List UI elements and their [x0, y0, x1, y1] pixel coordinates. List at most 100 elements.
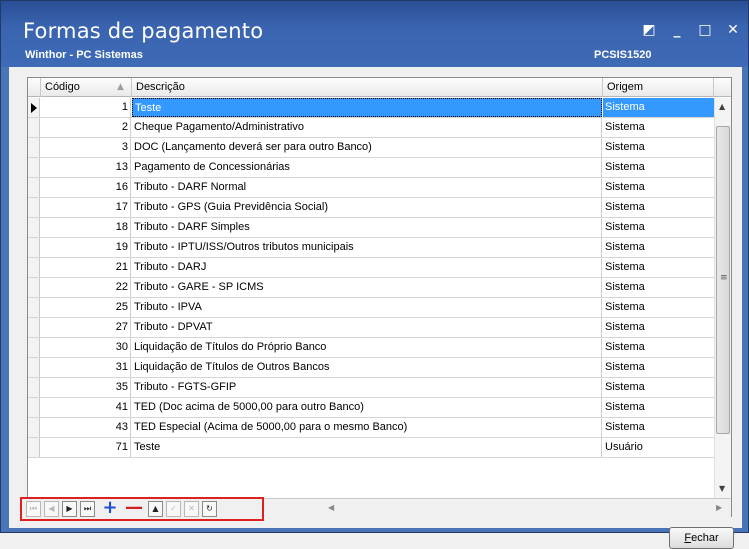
cell-code[interactable]: 3: [41, 138, 131, 157]
close-icon[interactable]: ✕: [726, 23, 740, 37]
insert-record-button[interactable]: +: [100, 499, 120, 517]
next-record-button[interactable]: ▶: [62, 501, 77, 517]
cell-description[interactable]: Tributo - DARF Simples: [132, 218, 602, 237]
cell-description[interactable]: DOC (Lançamento deverá ser para outro Ba…: [132, 138, 602, 157]
cell-description[interactable]: Liquidação de Títulos de Outros Bancos: [132, 358, 602, 377]
cell-origin[interactable]: Sistema: [603, 398, 714, 417]
table-row[interactable]: 30 Liquidação de Títulos do Próprio Banco…: [28, 338, 714, 358]
cell-origin[interactable]: Sistema: [603, 218, 714, 237]
row-indicator-cell[interactable]: [28, 138, 40, 157]
cell-description[interactable]: Teste: [132, 438, 602, 457]
cell-origin[interactable]: Usuário: [603, 438, 714, 457]
cell-description[interactable]: Tributo - GPS (Guia Previdência Social): [132, 198, 602, 217]
row-indicator-cell[interactable]: [28, 178, 40, 197]
row-indicator-cell[interactable]: [28, 398, 40, 417]
cell-code[interactable]: 19: [41, 238, 131, 257]
cell-description[interactable]: Tributo - GARE - SP ICMS: [132, 278, 602, 297]
cell-description[interactable]: Tributo - FGTS-GFIP: [132, 378, 602, 397]
last-record-button[interactable]: ⏭: [80, 501, 95, 517]
cell-origin[interactable]: Sistema: [603, 238, 714, 257]
table-row[interactable]: 27 Tributo - DPVAT Sistema: [28, 318, 714, 338]
cell-description[interactable]: Tributo - IPTU/ISS/Outros tributos munic…: [132, 238, 602, 257]
table-row[interactable]: 35 Tributo - FGTS-GFIP Sistema: [28, 378, 714, 398]
cell-code[interactable]: 21: [41, 258, 131, 277]
table-row[interactable]: 19 Tributo - IPTU/ISS/Outros tributos mun…: [28, 238, 714, 258]
cell-origin[interactable]: Sistema: [603, 318, 714, 337]
table-row[interactable]: 71 Teste Usuário: [28, 438, 714, 458]
cell-code[interactable]: 17: [41, 198, 131, 217]
row-indicator-cell[interactable]: [28, 238, 40, 257]
cell-origin[interactable]: Sistema: [603, 278, 714, 297]
cell-code[interactable]: 43: [41, 418, 131, 437]
cell-code[interactable]: 30: [41, 338, 131, 357]
row-indicator-cell[interactable]: [28, 378, 40, 397]
cell-description[interactable]: Teste: [132, 98, 602, 117]
table-row[interactable]: 1 Teste Sistema: [28, 98, 714, 118]
first-record-button[interactable]: ⏮: [26, 501, 41, 517]
edit-record-button[interactable]: ▲: [148, 501, 163, 517]
cell-code[interactable]: 71: [41, 438, 131, 457]
table-row[interactable]: 22 Tributo - GARE - SP ICMS Sistema: [28, 278, 714, 298]
table-row[interactable]: 25 Tributo - IPVA Sistema: [28, 298, 714, 318]
cell-origin[interactable]: Sistema: [603, 258, 714, 277]
cell-origin[interactable]: Sistema: [603, 178, 714, 197]
cell-description[interactable]: TED Especial (Acima de 5000,00 para o me…: [132, 418, 602, 437]
row-indicator-cell[interactable]: [28, 258, 40, 277]
table-row[interactable]: 41 TED (Doc acima de 5000,00 para outro B…: [28, 398, 714, 418]
cell-code[interactable]: 35: [41, 378, 131, 397]
cell-origin[interactable]: Sistema: [603, 118, 714, 137]
row-indicator-cell[interactable]: [28, 218, 40, 237]
row-indicator-cell[interactable]: [28, 118, 40, 137]
cell-description[interactable]: TED (Doc acima de 5000,00 para outro Ban…: [132, 398, 602, 417]
cell-description[interactable]: Cheque Pagamento/Administrativo: [132, 118, 602, 137]
scroll-thumb[interactable]: ≡: [716, 126, 730, 434]
cell-code[interactable]: 41: [41, 398, 131, 417]
cell-origin[interactable]: Sistema: [603, 198, 714, 217]
table-row[interactable]: 13 Pagamento de Concessionárias Sistema: [28, 158, 714, 178]
cancel-record-button[interactable]: ✕: [184, 501, 199, 517]
cell-origin[interactable]: Sistema: [603, 138, 714, 157]
cell-description[interactable]: Tributo - IPVA: [132, 298, 602, 317]
prior-record-button[interactable]: ◀: [44, 501, 59, 517]
vertical-scrollbar[interactable]: ▲ ≡ ▼: [714, 98, 731, 498]
restore-icon[interactable]: ◩: [642, 23, 656, 37]
row-indicator-cell[interactable]: [28, 358, 40, 377]
cell-description[interactable]: Pagamento de Concessionárias: [132, 158, 602, 177]
table-row[interactable]: 17 Tributo - GPS (Guia Previdência Social…: [28, 198, 714, 218]
row-indicator-cell[interactable]: [28, 158, 40, 177]
cell-origin[interactable]: Sistema: [603, 338, 714, 357]
delete-record-button[interactable]: —: [124, 499, 144, 517]
cell-code[interactable]: 22: [41, 278, 131, 297]
cell-code[interactable]: 27: [41, 318, 131, 337]
cell-description[interactable]: Liquidação de Títulos do Próprio Banco: [132, 338, 602, 357]
row-indicator-cell[interactable]: [28, 418, 40, 437]
cell-code[interactable]: 31: [41, 358, 131, 377]
table-row[interactable]: 43 TED Especial (Acima de 5000,00 para o …: [28, 418, 714, 438]
cell-code[interactable]: 25: [41, 298, 131, 317]
maximize-icon[interactable]: □: [698, 23, 712, 37]
title-bar[interactable]: Formas de pagamento Winthor - PC Sistema…: [1, 1, 748, 67]
table-row[interactable]: 21 Tributo - DARJ Sistema: [28, 258, 714, 278]
cell-code[interactable]: 13: [41, 158, 131, 177]
cell-code[interactable]: 2: [41, 118, 131, 137]
cell-code[interactable]: 16: [41, 178, 131, 197]
row-indicator-cell[interactable]: [28, 438, 40, 457]
cell-origin[interactable]: Sistema: [603, 358, 714, 377]
cell-origin[interactable]: Sistema: [603, 378, 714, 397]
scroll-down-icon[interactable]: ▼: [719, 484, 725, 493]
table-row[interactable]: 31 Liquidação de Títulos de Outros Bancos…: [28, 358, 714, 378]
post-record-button[interactable]: ✓: [166, 501, 181, 517]
close-button[interactable]: Fechar: [669, 527, 734, 549]
cell-origin[interactable]: Sistema: [603, 98, 714, 117]
payment-methods-grid[interactable]: Código ▲ Descrição Origem 1 Teste Sistema 2…: [20, 77, 732, 521]
row-indicator-cell[interactable]: [28, 338, 40, 357]
row-indicator-cell[interactable]: [28, 298, 40, 317]
row-indicator-cell[interactable]: [28, 318, 40, 337]
cell-origin[interactable]: Sistema: [603, 158, 714, 177]
scroll-left-icon[interactable]: ◀: [328, 503, 334, 512]
cell-origin[interactable]: Sistema: [603, 298, 714, 317]
minimize-icon[interactable]: _: [670, 23, 684, 37]
table-row[interactable]: 18 Tributo - DARF Simples Sistema: [28, 218, 714, 238]
cell-description[interactable]: Tributo - DPVAT: [132, 318, 602, 337]
scroll-up-icon[interactable]: ▲: [719, 102, 725, 111]
